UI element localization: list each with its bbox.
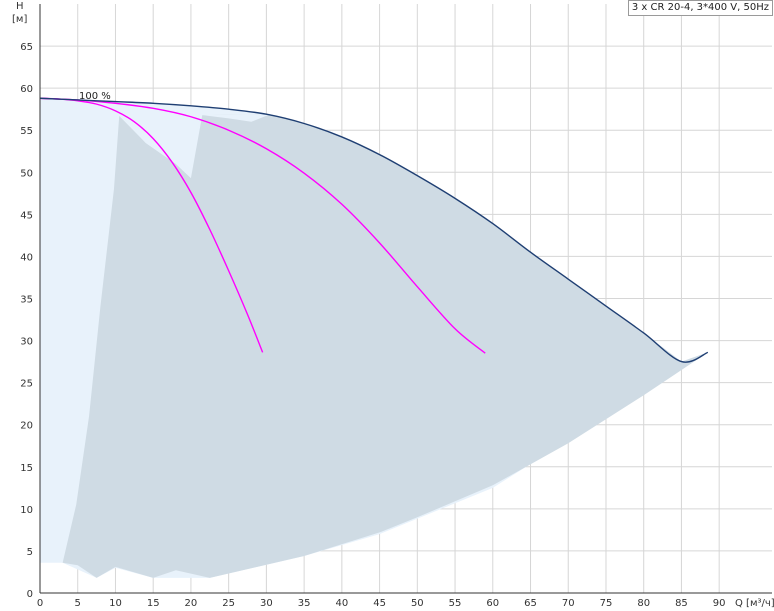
x-tick-label: 50 [411, 598, 424, 609]
x-tick-label: 25 [222, 598, 235, 609]
region-dark [62, 114, 708, 578]
y-tick-label: 15 [20, 463, 33, 474]
x-tick-label: 15 [147, 598, 160, 609]
x-tick-label: 5 [75, 598, 81, 609]
x-tick-label: 70 [562, 598, 575, 609]
x-tick-label: 75 [600, 598, 613, 609]
x-tick-label: 60 [486, 598, 499, 609]
y-tick-label: 10 [20, 505, 33, 516]
operating-regions [40, 98, 708, 578]
x-axis-label: Q [м³/ч] [735, 598, 774, 609]
y-axis-label: H [16, 1, 24, 12]
x-tick-label: 0 [37, 598, 43, 609]
x-tick-label: 90 [713, 598, 726, 609]
y-tick-label: 5 [27, 547, 33, 558]
y-tick-label: 25 [20, 379, 33, 390]
y-tick-label: 65 [20, 42, 33, 53]
y-tick-label: 45 [20, 210, 33, 221]
y-tick-label: 55 [20, 126, 33, 137]
x-tick-label: 35 [298, 598, 311, 609]
y-tick-label: 20 [20, 421, 33, 432]
x-tick-label: 30 [260, 598, 273, 609]
y-tick-label: 30 [20, 337, 33, 348]
x-tick-label: 55 [449, 598, 462, 609]
x-tick-label: 20 [185, 598, 198, 609]
x-tick-label: 65 [524, 598, 537, 609]
y-tick-label: 40 [20, 252, 33, 263]
x-tick-label: 85 [675, 598, 688, 609]
pump-curve-chart: 0 5 10 15 20 25 30 35 40 45 50 55 60 65 70 75 80 85 90 0 5 10… [12, 1, 774, 609]
x-tick-label: 10 [109, 598, 122, 609]
x-tick-label: 40 [335, 598, 348, 609]
y-tick-label: 0 [27, 589, 33, 600]
y-tick-label: 35 [20, 295, 33, 306]
y-axis-unit: [м] [12, 14, 27, 25]
legend-box: 3 x CR 20-4, 3*400 V, 50Hz [627, 0, 773, 16]
y-tick-label: 50 [20, 168, 33, 179]
x-tick-label: 80 [637, 598, 650, 609]
x-tick-label: 45 [373, 598, 386, 609]
y-tick-label: 60 [20, 84, 33, 95]
speed-label: 100 % [79, 91, 111, 102]
